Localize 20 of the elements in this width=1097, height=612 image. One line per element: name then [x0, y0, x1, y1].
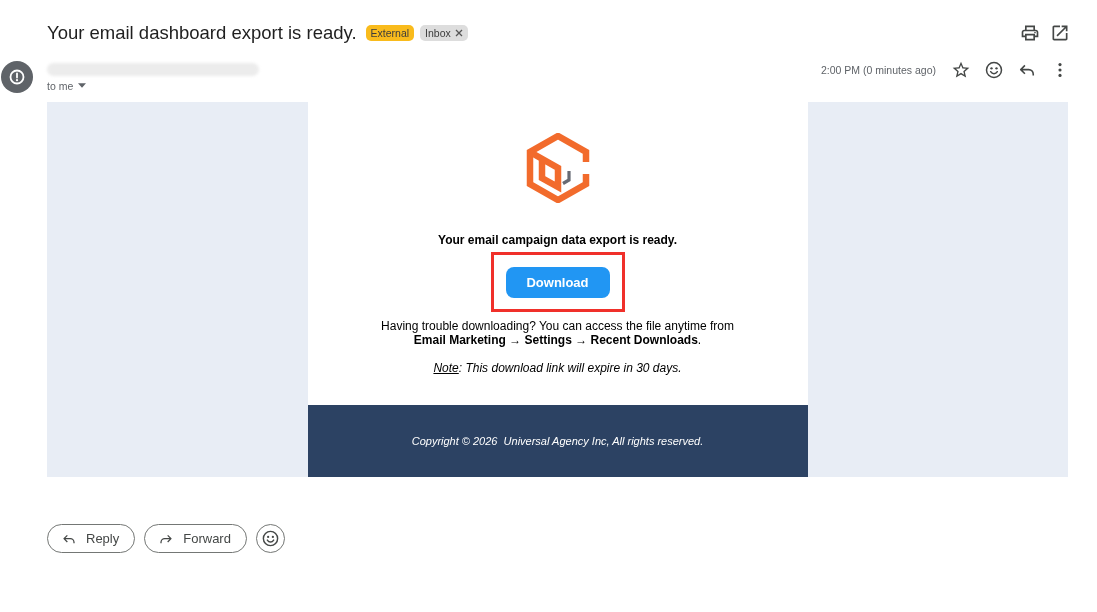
- help-text: Having trouble downloading? You can access the file anytime from Email Marketing → Settings → Recent Downloads.: [380, 319, 735, 347]
- alert-avatar-icon: [1, 61, 33, 93]
- emoji-icon: [260, 529, 280, 548]
- label-text: Inbox: [425, 26, 451, 40]
- email-subject: Your email dashboard export is ready.: [47, 22, 357, 44]
- print-icon[interactable]: [1020, 23, 1040, 43]
- reply-button[interactable]: Reply: [47, 524, 136, 553]
- open-in-new-icon[interactable]: [1050, 23, 1070, 43]
- expiry-note: Note: This download link will expire in 30 days.: [433, 361, 682, 375]
- emoji-icon[interactable]: [984, 60, 1004, 80]
- recipient-text: to me: [47, 79, 74, 92]
- star-icon[interactable]: [951, 60, 971, 80]
- email-heading: Your email campaign data export is ready.: [438, 233, 677, 247]
- reaction-button[interactable]: [255, 524, 285, 553]
- label-tag: External: [365, 25, 415, 41]
- close-icon[interactable]: [454, 29, 463, 37]
- timestamp: 2:00 PM (0 minutes ago): [821, 64, 936, 76]
- forward-button[interactable]: Forward: [144, 524, 247, 553]
- copyright-text: Copyright © 2026 Universal Agency Inc, All rights reserved.: [411, 435, 704, 447]
- caret-icon[interactable]: [78, 83, 87, 88]
